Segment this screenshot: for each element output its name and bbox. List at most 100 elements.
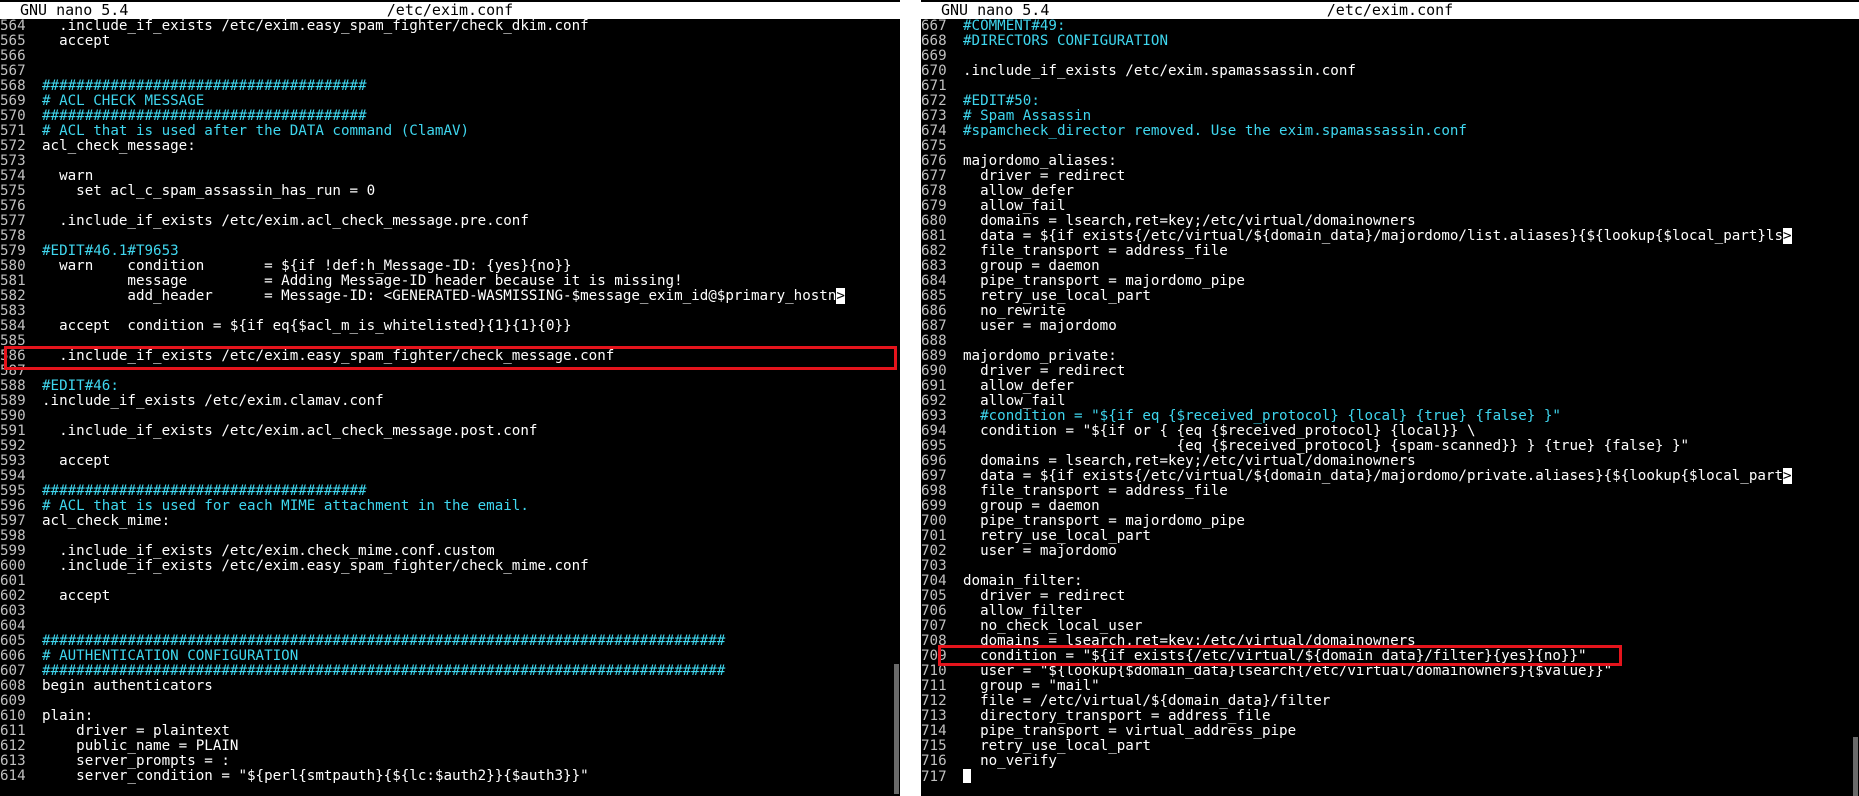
code-line[interactable]: 673 # Spam Assassin — [921, 109, 1859, 124]
line-text[interactable]: majordomo_aliases: — [963, 153, 1117, 169]
line-text[interactable]: #DIRECTORS CONFIGURATION — [963, 33, 1168, 49]
left-editor-pane[interactable]: GNU nano 5.4 /etc/exim.conf 564 .include… — [0, 0, 900, 796]
text-area[interactable]: 564 .include_if_exists /etc/exim.easy_sp… — [0, 19, 900, 784]
line-text[interactable]: allow_fail — [963, 198, 1065, 214]
code-line[interactable]: 692 allow_fail — [921, 394, 1859, 409]
line-text[interactable]: # ACL CHECK MESSAGE — [42, 93, 204, 109]
code-line[interactable]: 704 domain_filter: — [921, 574, 1859, 589]
code-line[interactable]: 707 no_check_local_user — [921, 619, 1859, 634]
code-line[interactable]: 596 # ACL that is used for each MIME atta… — [0, 499, 900, 514]
line-text[interactable]: .include_if_exists /etc/exim.easy_spam_f… — [42, 558, 589, 574]
line-text[interactable]: driver = redirect — [963, 168, 1125, 184]
code-line[interactable]: 574 warn — [0, 169, 900, 184]
line-text[interactable]: set acl_c_spam_assassin_has_run = 0 — [42, 183, 375, 199]
code-line[interactable]: 571 # ACL that is used after the DATA com… — [0, 124, 900, 139]
code-line[interactable]: 685 retry_use_local_part — [921, 289, 1859, 304]
line-text[interactable]: file = /etc/virtual/${domain_data}/filte… — [963, 693, 1330, 709]
code-line[interactable]: 594 — [0, 469, 900, 484]
code-line[interactable]: 715 retry_use_local_part — [921, 739, 1859, 754]
code-line[interactable]: 590 — [0, 409, 900, 424]
line-text[interactable]: ###################################### — [42, 108, 367, 124]
code-line[interactable]: 698 file_transport = address_file — [921, 484, 1859, 499]
code-line[interactable]: 681 data = ${if exists{/etc/virtual/${do… — [921, 228, 1859, 244]
code-line[interactable]: 684 pipe_transport = majordomo_pipe — [921, 274, 1859, 289]
code-line[interactable]: 566 — [0, 49, 900, 64]
line-text[interactable]: allow_filter — [963, 603, 1083, 619]
vertical-scrollbar[interactable] — [893, 19, 900, 796]
code-line[interactable]: 695 {eq {$received_protocol} {spam-scann… — [921, 439, 1859, 454]
code-line[interactable]: 582 add_header = Message-ID: <GENERATED-… — [0, 288, 900, 304]
line-text[interactable]: #EDIT#50: — [963, 93, 1040, 109]
line-text[interactable]: #EDIT#46.1#T9653 — [42, 243, 179, 259]
code-line[interactable]: 579 #EDIT#46.1#T9653 — [0, 244, 900, 259]
line-text[interactable]: accept — [42, 453, 110, 469]
code-line[interactable]: 604 — [0, 619, 900, 634]
line-text[interactable]: pipe_transport = majordomo_pipe — [963, 513, 1245, 529]
line-text[interactable]: data = ${if exists{/etc/virtual/${domain… — [963, 228, 1783, 244]
line-text[interactable]: directory_transport = address_file — [963, 708, 1270, 724]
line-text[interactable]: user = majordomo — [963, 318, 1117, 334]
line-text[interactable]: public_name = PLAIN — [42, 738, 238, 754]
code-line[interactable]: 697 data = ${if exists{/etc/virtual/${do… — [921, 468, 1859, 484]
code-line[interactable]: 575 set acl_c_spam_assassin_has_run = 0 — [0, 184, 900, 199]
code-line[interactable]: 595 #####################################… — [0, 484, 900, 499]
code-line[interactable]: 712 file = /etc/virtual/${domain_data}/f… — [921, 694, 1859, 709]
line-text[interactable]: .include_if_exists /etc/exim.acl_check_m… — [42, 423, 537, 439]
line-text[interactable]: pipe_transport = majordomo_pipe — [963, 273, 1245, 289]
code-line[interactable]: 598 — [0, 529, 900, 544]
line-text[interactable]: driver = redirect — [963, 588, 1125, 604]
code-line[interactable]: 687 user = majordomo — [921, 319, 1859, 334]
code-line[interactable]: 706 allow_filter — [921, 604, 1859, 619]
line-text[interactable]: # AUTHENTICATION CONFIGURATION — [42, 648, 298, 664]
line-text[interactable]: ########################################… — [42, 633, 725, 649]
code-line[interactable]: 674 #spamcheck_director removed. Use the … — [921, 124, 1859, 139]
code-line[interactable]: 668 #DIRECTORS CONFIGURATION — [921, 34, 1859, 49]
line-text[interactable]: no_verify — [963, 753, 1057, 769]
code-line[interactable]: 588 #EDIT#46: — [0, 379, 900, 394]
line-text[interactable]: accept — [42, 33, 110, 49]
line-text[interactable]: user = majordomo — [963, 543, 1117, 559]
line-text[interactable]: # ACL that is used for each MIME attachm… — [42, 498, 529, 514]
code-line[interactable]: 584 accept condition = ${if eq{$acl_m_is… — [0, 319, 900, 334]
line-text[interactable]: accept — [42, 588, 110, 604]
code-line[interactable]: 603 — [0, 604, 900, 619]
line-text[interactable]: acl_check_message: — [42, 138, 196, 154]
line-text[interactable]: domains = lsearch,ret=key;/etc/virtual/d… — [963, 453, 1416, 469]
line-text[interactable]: majordomo_private: — [963, 348, 1117, 364]
code-line[interactable]: 593 accept — [0, 454, 900, 469]
line-text[interactable]: file_transport = address_file — [963, 483, 1228, 499]
code-line[interactable]: 599 .include_if_exists /etc/exim.check_m… — [0, 544, 900, 559]
code-line[interactable]: 601 — [0, 574, 900, 589]
code-line[interactable]: 671 — [921, 79, 1859, 94]
code-line[interactable]: 667 #COMMENT#49: — [921, 19, 1859, 34]
code-line[interactable]: 682 file_transport = address_file — [921, 244, 1859, 259]
code-line[interactable]: 690 driver = redirect — [921, 364, 1859, 379]
code-line[interactable]: 564 .include_if_exists /etc/exim.easy_sp… — [0, 19, 900, 34]
code-line[interactable]: 711 group = "mail" — [921, 679, 1859, 694]
code-line[interactable]: 611 driver = plaintext — [0, 724, 900, 739]
code-line[interactable]: 583 — [0, 304, 900, 319]
line-text[interactable]: .include_if_exists /etc/exim.clamav.conf — [42, 393, 384, 409]
line-text[interactable]: # Spam Assassin — [963, 108, 1091, 124]
code-line[interactable]: 700 pipe_transport = majordomo_pipe — [921, 514, 1859, 529]
code-line[interactable]: 680 domains = lsearch,ret=key;/etc/virtu… — [921, 214, 1859, 229]
line-text[interactable]: acl_check_mime: — [42, 513, 170, 529]
code-line[interactable]: 606 # AUTHENTICATION CONFIGURATION — [0, 649, 900, 664]
line-text[interactable]: server_prompts = : — [42, 753, 230, 769]
code-line[interactable]: 589 .include_if_exists /etc/exim.clamav.c… — [0, 394, 900, 409]
code-line[interactable]: 609 — [0, 694, 900, 709]
line-text[interactable]: warn condition = ${if !def:h_Message-ID:… — [42, 258, 572, 274]
line-text[interactable]: #spamcheck_director removed. Use the exi… — [963, 123, 1467, 139]
code-line[interactable]: 670 .include_if_exists /etc/exim.spamassa… — [921, 64, 1859, 79]
code-line[interactable]: 716 no_verify — [921, 754, 1859, 769]
code-line[interactable]: 696 domains = lsearch,ret=key;/etc/virtu… — [921, 454, 1859, 469]
line-text[interactable]: driver = redirect — [963, 363, 1125, 379]
code-line[interactable]: 676 majordomo_aliases: — [921, 154, 1859, 169]
code-line[interactable]: 677 driver = redirect — [921, 169, 1859, 184]
code-line[interactable]: 702 user = majordomo — [921, 544, 1859, 559]
code-line[interactable]: 689 majordomo_private: — [921, 349, 1859, 364]
code-line[interactable]: 565 accept — [0, 34, 900, 49]
code-line[interactable]: 675 — [921, 139, 1859, 154]
line-text[interactable]: #condition = "${if eq {$received_protoco… — [963, 408, 1561, 424]
right-editor-pane[interactable]: GNU nano 5.4 /etc/exim.conf 667 #COMMENT#… — [921, 0, 1859, 796]
